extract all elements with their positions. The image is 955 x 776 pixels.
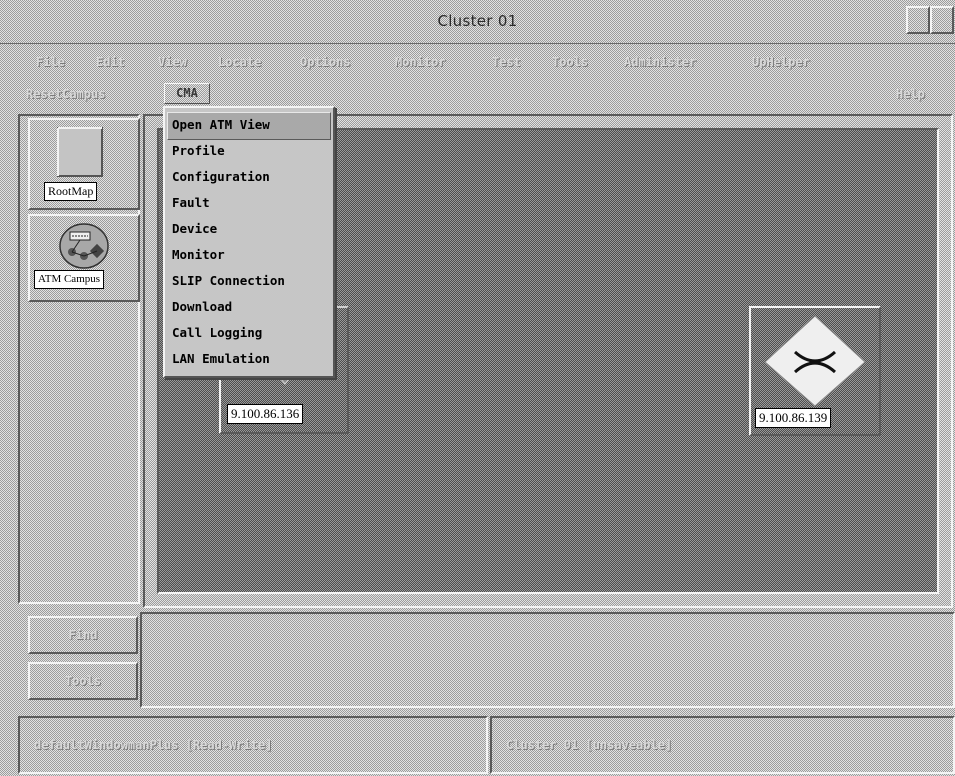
sub-menu-bar: ResetCampus Help: [0, 80, 955, 110]
menu-test[interactable]: Test: [492, 55, 521, 69]
rootmap-button[interactable]: RootMap: [28, 118, 140, 210]
menu-cma[interactable]: CMA: [164, 83, 210, 104]
status-right: Cluster 01 [unsaveable]: [490, 716, 955, 774]
menu-administer[interactable]: Administer: [624, 55, 696, 69]
minimize-button[interactable]: [906, 6, 930, 34]
menu-options[interactable]: Options: [300, 55, 351, 69]
atm-campus-icon: [59, 223, 109, 269]
status-right-text: Cluster 01 [unsaveable]: [506, 738, 673, 752]
node-ip-label: 9.100.86.136: [227, 404, 304, 424]
menu-locate[interactable]: Locate: [218, 55, 261, 69]
title-bar: Cluster 01: [0, 0, 955, 44]
menu-item-call-logging[interactable]: Call Logging: [167, 320, 331, 346]
atm-campus-label: ATM Campus: [34, 270, 105, 289]
atm-campus-button[interactable]: ATM Campus: [28, 214, 140, 302]
bottom-toolbar: Find Tools: [18, 612, 955, 710]
menu-view[interactable]: View: [158, 55, 187, 69]
rootmap-label: RootMap: [44, 182, 98, 201]
find-button[interactable]: Find: [28, 616, 138, 654]
menu-bar: File Edit View Locate Options Monitor Te…: [0, 44, 955, 80]
menu-item-lan-emulation[interactable]: LAN Emulation: [167, 346, 331, 372]
switch-icon: [764, 315, 866, 406]
menu-edit[interactable]: Edit: [96, 55, 125, 69]
menu-item-download[interactable]: Download: [167, 294, 331, 320]
menu-monitor[interactable]: Monitor: [395, 55, 446, 69]
menu-item-profile[interactable]: Profile: [167, 138, 331, 164]
maximize-button[interactable]: [930, 6, 954, 34]
menu-item-fault[interactable]: Fault: [167, 190, 331, 216]
tools-button[interactable]: Tools: [28, 662, 138, 700]
node-ip-label: 9.100.86.139: [755, 408, 832, 428]
atm-switch-node[interactable]: 9.100.86.139: [749, 306, 881, 436]
status-bar: defaultWindowmanPlus [Read-Write] Cluste…: [18, 716, 955, 774]
menu-item-device[interactable]: Device: [167, 216, 331, 242]
navigation-toolbar: RootMap ATM Campus: [18, 114, 140, 604]
menu-uphelper[interactable]: UpHelper: [752, 55, 810, 69]
menu-help[interactable]: Help: [896, 87, 925, 101]
menu-tools[interactable]: Tools: [552, 55, 588, 69]
menu-reset-campus[interactable]: ResetCampus: [26, 87, 105, 101]
message-area: [140, 612, 955, 708]
rootmap-icon: [57, 127, 103, 177]
menu-item-slip-connection[interactable]: SLIP Connection: [167, 268, 331, 294]
window-title: Cluster 01: [437, 12, 518, 30]
menu-file[interactable]: File: [36, 55, 65, 69]
tools-button-label: Tools: [64, 674, 102, 688]
menu-item-monitor[interactable]: Monitor: [167, 242, 331, 268]
status-left: defaultWindowmanPlus [Read-Write]: [18, 716, 488, 774]
cma-dropdown-menu: Open ATM View Profile Configuration Faul…: [163, 106, 335, 378]
menu-item-open-atm-view[interactable]: Open ATM View: [167, 112, 331, 140]
find-button-label: Find: [68, 628, 98, 642]
menu-item-configuration[interactable]: Configuration: [167, 164, 331, 190]
status-left-text: defaultWindowmanPlus [Read-Write]: [34, 738, 273, 752]
